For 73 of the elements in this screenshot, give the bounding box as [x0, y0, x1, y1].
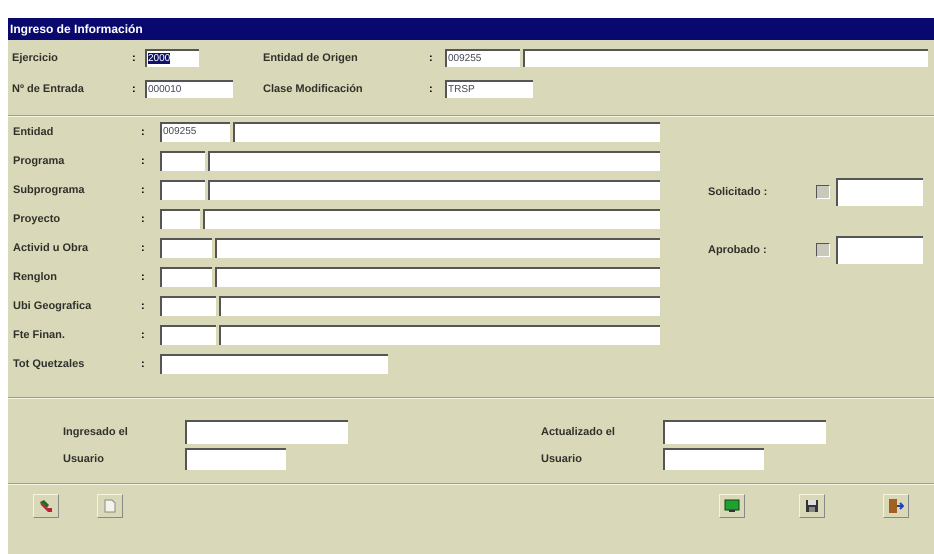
text-field[interactable]	[160, 354, 388, 374]
page-button[interactable]	[97, 494, 123, 518]
field-label: Clase Modificación	[263, 83, 364, 95]
text-field[interactable]: 2000	[145, 49, 199, 67]
text-field[interactable]	[160, 180, 205, 200]
field-label: Programa	[13, 155, 66, 167]
field-label: Entidad	[13, 126, 54, 138]
text-field[interactable]: 009255	[445, 49, 520, 67]
exit-door-button[interactable]	[883, 494, 909, 518]
field-label: Ubi Geografica	[13, 300, 92, 312]
text-field[interactable]	[160, 267, 212, 287]
text-field[interactable]	[160, 151, 205, 171]
text-field[interactable]	[203, 209, 660, 229]
field-label: Ingresado el	[63, 426, 129, 438]
text-field[interactable]	[185, 448, 286, 470]
text-field[interactable]	[233, 122, 660, 142]
field-label: Fte Finan.	[13, 329, 66, 341]
exit-door-icon	[888, 498, 904, 514]
text-field[interactable]	[523, 49, 928, 67]
text-field[interactable]	[185, 420, 348, 444]
checkbox[interactable]	[816, 243, 830, 257]
field-label: Activid u Obra	[13, 242, 90, 254]
text-field[interactable]	[663, 448, 764, 470]
colon: :	[429, 83, 434, 95]
field-label: Entidad de Origen	[263, 52, 359, 64]
field-label: Aprobado :	[708, 244, 768, 256]
text-field[interactable]	[215, 267, 660, 287]
colon: :	[132, 83, 137, 95]
colon: :	[132, 52, 137, 64]
text-field[interactable]	[219, 296, 660, 316]
save-icon	[805, 499, 819, 513]
text-field[interactable]	[215, 238, 660, 258]
field-label: Nº de Entrada	[12, 83, 85, 95]
save-button[interactable]	[799, 494, 825, 518]
pencil-button[interactable]	[33, 494, 59, 518]
field-label: Ejercicio	[12, 52, 59, 64]
text-field[interactable]: 009255	[160, 122, 230, 142]
window-title: Ingreso de Información	[8, 18, 934, 40]
monitor-button[interactable]	[719, 494, 745, 518]
field-label: Solicitado :	[708, 186, 768, 198]
field-label: Tot Quetzales	[13, 358, 86, 370]
text-field[interactable]	[160, 209, 200, 229]
text-field[interactable]	[836, 236, 923, 264]
field-label: Renglon	[13, 271, 58, 283]
colon: :	[141, 184, 146, 196]
page-icon	[104, 499, 116, 513]
text-field[interactable]	[663, 420, 826, 444]
text-field[interactable]	[160, 296, 216, 316]
colon: :	[141, 242, 146, 254]
field-label: Proyecto	[13, 213, 62, 225]
colon: :	[141, 329, 146, 341]
field-label: Actualizado el	[541, 426, 616, 438]
pencil-icon	[38, 499, 54, 513]
text-field[interactable]: TRSP	[445, 80, 533, 98]
colon: :	[141, 213, 146, 225]
text-field[interactable]: 000010	[145, 80, 233, 98]
colon: :	[141, 358, 146, 370]
colon: :	[141, 126, 146, 138]
text-field[interactable]	[208, 180, 660, 200]
colon: :	[141, 271, 146, 283]
field-label: Subprograma	[13, 184, 86, 196]
field-label: Usuario	[63, 453, 105, 465]
colon: :	[141, 155, 146, 167]
colon: :	[141, 300, 146, 312]
text-field[interactable]	[160, 325, 216, 345]
checkbox[interactable]	[816, 185, 830, 199]
text-field[interactable]	[208, 151, 660, 171]
field-label: Usuario	[541, 453, 583, 465]
text-field[interactable]	[219, 325, 660, 345]
text-field[interactable]	[836, 178, 923, 206]
monitor-icon	[724, 499, 740, 513]
text-field[interactable]	[160, 238, 212, 258]
colon: :	[429, 52, 434, 64]
